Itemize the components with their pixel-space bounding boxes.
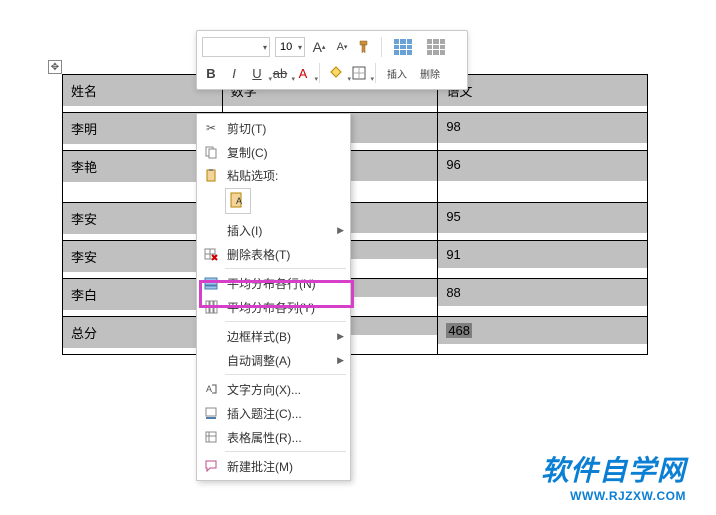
shading-button[interactable]	[327, 63, 345, 83]
table-cell[interactable]: 88	[438, 279, 647, 306]
menu-distribute-cols[interactable]: 平均分布各列(Y)	[197, 295, 350, 319]
borders-button[interactable]	[350, 63, 368, 83]
svg-text:A: A	[206, 384, 212, 394]
text-direction-icon: A	[201, 382, 221, 396]
table-cell[interactable]: 98	[438, 113, 647, 143]
mini-toolbar: 10 A▴ A▾ B I U ab A 插入 删除	[196, 30, 468, 90]
caption-icon	[201, 406, 221, 420]
italic-button[interactable]: I	[225, 63, 243, 83]
menu-insert[interactable]: 插入(I) ▶	[197, 218, 350, 242]
menu-paste-options-label: 粘贴选项:	[197, 164, 350, 186]
font-color-button[interactable]: A	[294, 63, 312, 83]
menu-separator	[225, 374, 346, 375]
distribute-cols-icon	[201, 300, 221, 314]
format-painter-button[interactable]	[356, 37, 374, 57]
scissors-icon: ✂	[201, 121, 221, 135]
menu-autofit[interactable]: 自动调整(A) ▶	[197, 348, 350, 372]
font-combo[interactable]	[202, 37, 270, 57]
font-size-combo[interactable]: 10	[275, 37, 305, 57]
menu-separator	[225, 321, 346, 322]
properties-icon	[201, 430, 221, 444]
data-table: 姓名 数学 语文 李明 98 李艳 96 李安 95 李安 91 李白 88 总…	[62, 74, 648, 355]
copy-icon	[201, 145, 221, 159]
delete-table-button[interactable]	[422, 39, 450, 55]
context-menu: ✂ 剪切(T) 复制(C) 粘贴选项: A 插入(I) ▶ 删除表格(T) 平均…	[196, 113, 351, 481]
svg-text:A: A	[236, 196, 242, 206]
table-cell[interactable]: 96	[438, 151, 647, 181]
chevron-right-icon: ▶	[337, 225, 344, 236]
watermark-title: 软件自学网	[541, 449, 686, 489]
menu-separator	[225, 268, 346, 269]
chevron-right-icon: ▶	[337, 355, 344, 366]
menu-cut[interactable]: ✂ 剪切(T)	[197, 116, 350, 140]
menu-delete-table[interactable]: 删除表格(T)	[197, 242, 350, 266]
comment-icon	[201, 459, 221, 473]
bold-button[interactable]: B	[202, 63, 220, 83]
menu-copy[interactable]: 复制(C)	[197, 140, 350, 164]
table-cell[interactable]: 468	[438, 317, 647, 344]
table-cell[interactable]: 95	[438, 203, 647, 233]
clipboard-icon	[201, 168, 221, 182]
chevron-right-icon: ▶	[337, 331, 344, 342]
insert-table-button[interactable]	[389, 39, 417, 55]
watermark-url: WWW.RJZXW.COM	[541, 489, 686, 503]
shrink-font-button[interactable]: A▾	[333, 37, 351, 57]
menu-insert-caption[interactable]: 插入题注(C)...	[197, 401, 350, 425]
header-chinese[interactable]: 语文	[438, 75, 647, 106]
menu-new-comment[interactable]: 新建批注(M)	[197, 454, 350, 478]
menu-distribute-rows[interactable]: 平均分布各行(N)	[197, 271, 350, 295]
table-cell[interactable]: 91	[438, 241, 647, 268]
underline-button[interactable]: U	[248, 63, 266, 83]
grow-font-button[interactable]: A▴	[310, 37, 328, 57]
watermark: 软件自学网 WWW.RJZXW.COM	[541, 449, 686, 503]
delete-table-icon	[201, 247, 221, 261]
paste-keep-text-button[interactable]: A	[225, 188, 251, 214]
menu-table-props[interactable]: 表格属性(R)...	[197, 425, 350, 449]
strikethrough-button[interactable]: ab	[271, 63, 289, 83]
delete-label[interactable]: 删除	[416, 66, 444, 81]
menu-border-styles[interactable]: 边框样式(B) ▶	[197, 324, 350, 348]
distribute-rows-icon	[201, 276, 221, 290]
table-move-handle[interactable]: ✥	[48, 60, 62, 74]
menu-separator	[225, 451, 346, 452]
menu-text-direction[interactable]: A 文字方向(X)...	[197, 377, 350, 401]
insert-label[interactable]: 插入	[383, 66, 411, 81]
